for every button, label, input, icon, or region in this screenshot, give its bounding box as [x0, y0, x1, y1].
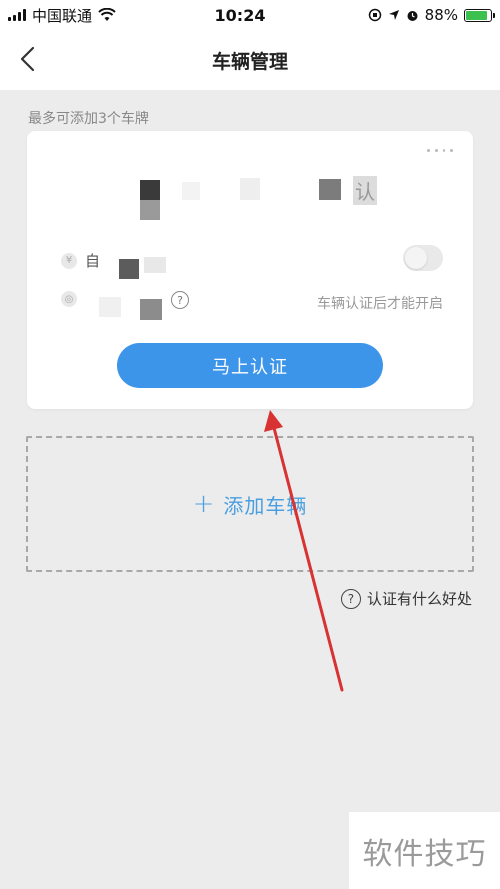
redacted-text-partial: 认 [353, 176, 377, 205]
signal-icon [8, 9, 26, 21]
battery-percent: 88% [424, 6, 458, 24]
benefit-link-label: 认证有什么好处 [366, 590, 472, 608]
auto-pay-toggle[interactable] [403, 245, 443, 271]
redacted-block [319, 179, 341, 200]
redacted-block [240, 178, 260, 200]
redacted-block [99, 297, 121, 317]
add-vehicle-button[interactable]: + 添加车辆 [26, 436, 474, 572]
verify-note: 车辆认证后才能开启 [317, 296, 443, 312]
status-left: 中国联通 [8, 5, 198, 26]
status-right: 88% [322, 6, 495, 24]
payment-row: ¥ 自 [61, 250, 100, 271]
help-icon[interactable]: ? [171, 291, 189, 309]
back-icon[interactable] [14, 44, 44, 74]
redacted-block [182, 182, 200, 200]
watermark: 软件技巧 [349, 812, 500, 889]
orientation-lock-icon [368, 8, 381, 22]
toggle-knob [405, 247, 427, 269]
clock: 10:24 [214, 5, 266, 25]
redacted-block [144, 257, 166, 273]
page-title: 车辆管理 [211, 50, 288, 73]
wifi-icon [98, 8, 116, 21]
battery-fill [466, 10, 488, 20]
payment-row-label: 自 [85, 252, 101, 270]
status-bar: 中国联通 10:24 88% [0, 0, 500, 30]
yen-icon: ¥ [61, 252, 77, 269]
add-vehicle-label: 添加车辆 [223, 493, 308, 518]
vehicle-card: 认 ¥ 自 ◎ ? 车辆认证后才能开启 马上认证 [27, 131, 473, 409]
verify-now-button[interactable]: 马上认证 [117, 343, 383, 388]
verification-benefit-link[interactable]: ? 认证有什么好处 [340, 588, 472, 609]
question-icon: ? [340, 588, 361, 609]
more-options-icon[interactable] [427, 145, 453, 155]
redacted-block [140, 200, 160, 220]
feature-icon: ◎ [61, 291, 77, 307]
redacted-block [140, 299, 162, 320]
plus-icon: + [192, 489, 216, 519]
carrier-label: 中国联通 [32, 6, 93, 25]
nav-bar: 车辆管理 [0, 30, 500, 90]
battery-icon [464, 8, 495, 22]
redacted-block [119, 259, 139, 279]
plate-limit-hint: 最多可添加3个车牌 [28, 111, 149, 127]
redacted-block [140, 180, 160, 200]
alarm-icon [407, 10, 418, 21]
location-icon [388, 10, 399, 20]
feature-row: ◎ [61, 291, 85, 307]
